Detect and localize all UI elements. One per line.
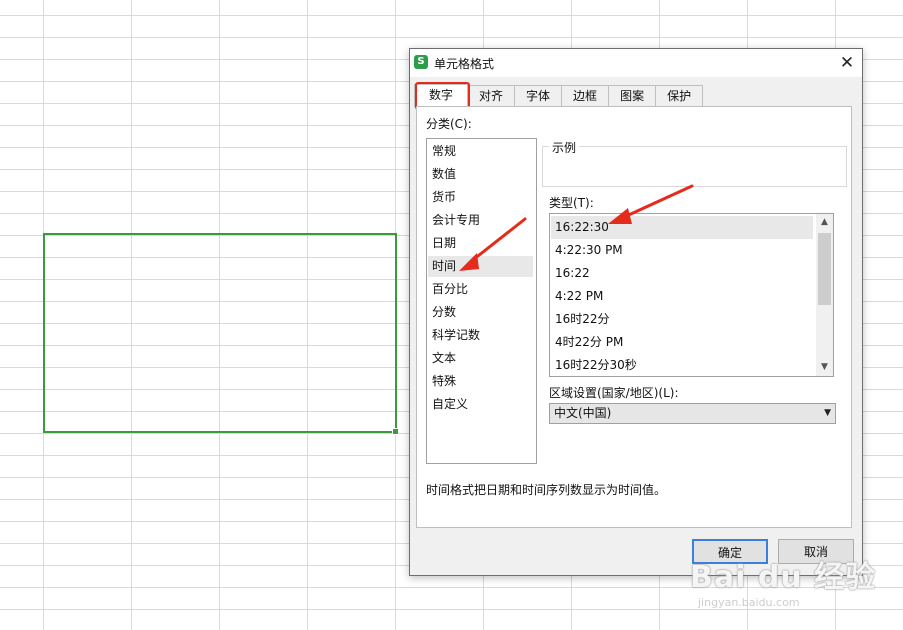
baidu-watermark: Bai du 经验 jingyan.baidu.com — [690, 552, 900, 622]
tab-font[interactable]: 字体 — [514, 85, 563, 106]
dialog-title: 单元格格式 — [434, 57, 495, 71]
baidu-logo: Bai du 经验 — [690, 560, 877, 595]
category-item-selected[interactable]: 时间 — [428, 256, 533, 277]
category-item[interactable]: 日期 — [428, 233, 533, 254]
type-list[interactable]: 16:22:30 4:22:30 PM 16:22 4:22 PM 16时22分… — [549, 213, 834, 377]
chevron-down-icon: ▼ — [824, 408, 831, 418]
type-item[interactable]: 16时22分 — [551, 308, 813, 331]
category-item[interactable]: 会计专用 — [428, 210, 533, 231]
format-cells-dialog: S 单元格格式 ✕ 数字 对齐 字体 边框 图案 保护 分类(C): 常规 数值… — [409, 48, 863, 576]
scroll-thumb[interactable] — [818, 233, 831, 305]
wps-app-icon: S — [414, 55, 428, 69]
type-item-selected[interactable]: 16:22:30 — [551, 216, 813, 239]
tab-alignment[interactable]: 对齐 — [467, 85, 516, 106]
category-item[interactable]: 特殊 — [428, 371, 533, 392]
category-item[interactable]: 常规 — [428, 141, 533, 162]
category-item[interactable]: 科学记数 — [428, 325, 533, 346]
watermark-url: jingyan.baidu.com — [698, 596, 800, 609]
category-item[interactable]: 文本 — [428, 348, 533, 369]
category-label: 分类(C): — [426, 117, 472, 131]
type-list-scrollbar[interactable]: ▲ ▼ — [816, 214, 833, 376]
dialog-titlebar: S 单元格格式 ✕ — [410, 49, 862, 77]
sample-label: 示例 — [549, 139, 580, 156]
category-item[interactable]: 货币 — [428, 187, 533, 208]
category-item[interactable]: 分数 — [428, 302, 533, 323]
scroll-down-icon[interactable]: ▼ — [816, 359, 833, 376]
format-description: 时间格式把日期和时间序列数显示为时间值。 — [426, 483, 667, 497]
scroll-up-icon[interactable]: ▲ — [816, 214, 833, 231]
fill-handle[interactable] — [392, 428, 399, 435]
type-item[interactable]: 16时22分30秒 — [551, 354, 813, 376]
category-list[interactable]: 常规 数值 货币 会计专用 日期 时间 百分比 分数 科学记数 文本 特殊 自定… — [426, 138, 537, 464]
sample-box — [542, 146, 847, 187]
tab-pattern[interactable]: 图案 — [608, 85, 657, 106]
category-item[interactable]: 数值 — [428, 164, 533, 185]
tab-protection[interactable]: 保护 — [655, 85, 704, 106]
locale-select[interactable]: 中文(中国) ▼ — [549, 403, 836, 424]
tab-border[interactable]: 边框 — [561, 85, 610, 106]
type-item[interactable]: 16:22 — [551, 262, 813, 285]
type-label: 类型(T): — [549, 196, 594, 210]
category-item[interactable]: 百分比 — [428, 279, 533, 300]
close-icon[interactable]: ✕ — [836, 52, 858, 74]
cell-selection[interactable] — [43, 233, 399, 435]
type-item[interactable]: 4:22 PM — [551, 285, 813, 308]
number-tab-panel: 分类(C): 常规 数值 货币 会计专用 日期 时间 百分比 分数 科学记数 文… — [416, 106, 852, 528]
type-item[interactable]: 4:22:30 PM — [551, 239, 813, 262]
category-item[interactable]: 自定义 — [428, 394, 533, 415]
locale-label: 区域设置(国家/地区)(L): — [549, 386, 679, 400]
locale-value: 中文(中国) — [554, 406, 612, 420]
type-item[interactable]: 4时22分 PM — [551, 331, 813, 354]
